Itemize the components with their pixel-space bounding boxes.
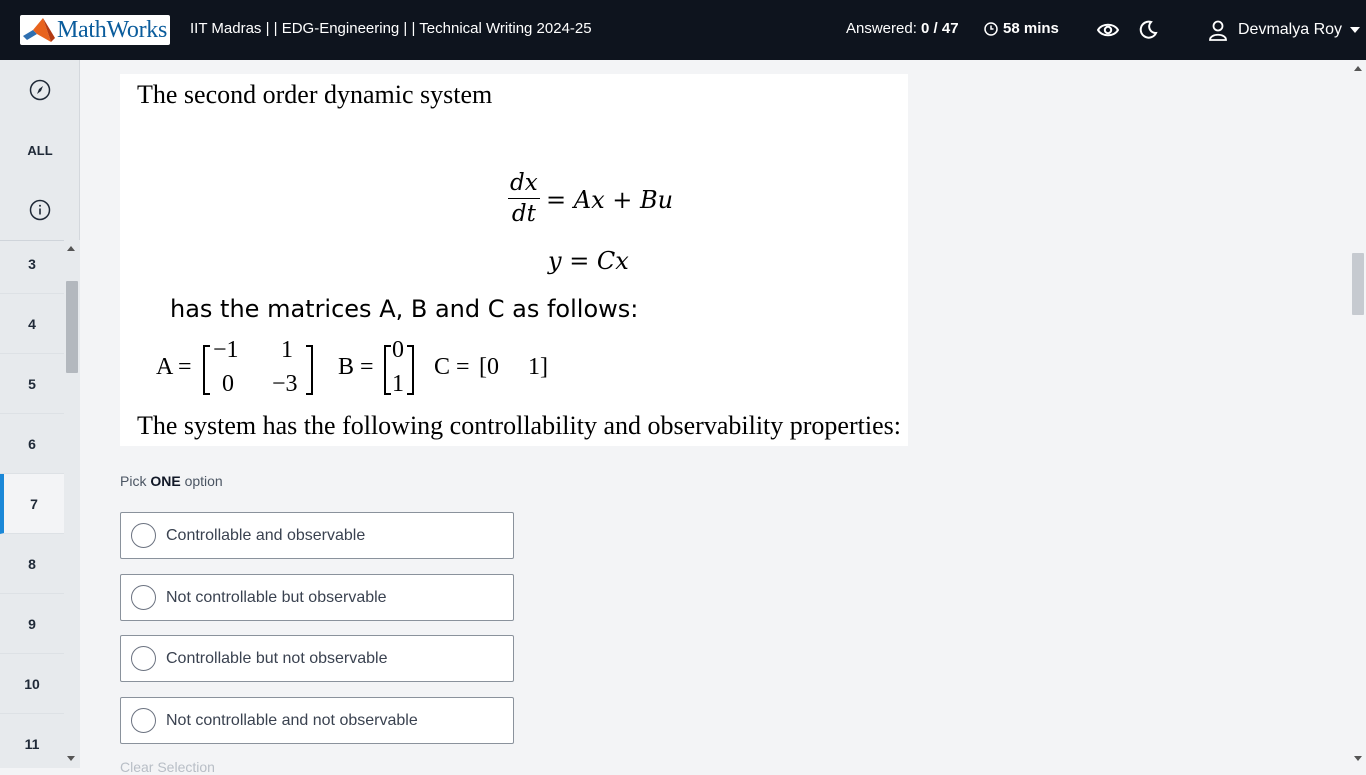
output-equation: y = Cx [548,247,629,275]
option-label: Controllable but not observable [166,649,388,667]
mathworks-logo[interactable]: MathWorks [20,15,170,45]
matrix-a-cell: −1 [213,337,239,363]
all-questions-button[interactable]: ALL [0,120,80,180]
matrix-c-cell: [0 [479,354,499,380]
radio-button[interactable] [131,708,156,733]
moon-icon[interactable] [1138,20,1158,40]
matrix-b-label: B = [338,354,374,380]
radio-button[interactable] [131,646,156,671]
scroll-up-icon[interactable] [67,246,75,251]
pick-bold: ONE [150,473,181,489]
answered-count: Answered: 0 / 47 [846,20,959,37]
pick-suffix: option [184,473,223,489]
timer: 58 mins [984,20,1059,37]
answer-option[interactable]: Controllable but not observable [120,635,514,682]
question-content: The second order dynamic system dx dt = … [120,74,908,446]
scroll-down-icon[interactable] [67,756,75,761]
caret-down-icon[interactable] [1350,27,1360,33]
question-item[interactable]: 3 [0,241,64,294]
matrix-a-cell: −3 [272,371,298,397]
time-left: 58 mins [1003,20,1059,37]
info-icon [29,199,51,221]
radio-button[interactable] [131,585,156,610]
matrices: A = −1 1 0 −3 B = 0 1 C = [0 1] [156,337,576,400]
pick-prefix: Pick [120,473,147,489]
matrix-a-bracket-right [306,345,313,395]
matrix-c-label: C = [434,354,470,380]
question-item[interactable]: 11 [0,714,64,768]
matrix-a-cell: 0 [222,371,234,397]
question-sidebar: ALL 3 4 5 6 7 8 9 10 11 [0,60,80,768]
page-scroll-thumb[interactable] [1352,253,1364,315]
logo-text: MathWorks [57,16,168,43]
question-item[interactable]: 4 [0,294,64,354]
question-item[interactable]: 9 [0,594,64,654]
scroll-up-icon[interactable] [1354,66,1362,71]
compass-icon [29,79,51,101]
option-label: Not controllable and not observable [166,711,418,729]
page-scrollbar[interactable] [1350,60,1366,768]
matrix-a-bracket-left [203,345,210,395]
scroll-down-icon[interactable] [1354,756,1362,761]
course-title: IIT Madras | | EDG-Engineering | | Techn… [190,20,592,37]
matrix-c-cell: 1] [528,354,548,380]
info-button[interactable] [0,180,80,240]
answered-label: Answered: [846,20,917,37]
question-item[interactable]: 10 [0,654,64,714]
question-outro: The system has the following controllabi… [137,411,901,440]
sidebar-scroll-thumb[interactable] [66,281,78,373]
top-bar: MathWorks IIT Madras | | EDG-Engineering… [0,0,1366,60]
compass-button[interactable] [0,60,80,120]
question-list: 3 4 5 6 7 8 9 10 11 [0,240,64,768]
question-item[interactable]: 6 [0,414,64,474]
state-equation-rhs: = Ax + Bu [546,186,674,214]
matrices-intro: has the matrices A, B and C as follows: [170,295,639,323]
matrix-b-cell: 0 [392,337,404,363]
matrix-a-cell: 1 [281,337,293,363]
sidebar-controls: ALL [0,60,80,240]
answered-value: 0 / 47 [921,20,959,37]
question-intro: The second order dynamic system [137,80,493,109]
all-label: ALL [27,142,53,158]
answer-option[interactable]: Controllable and observable [120,512,514,559]
fraction-numerator: dx [508,170,540,199]
option-label: Controllable and observable [166,526,366,544]
question-item-active[interactable]: 7 [0,474,64,534]
question-item[interactable]: 5 [0,354,64,414]
derivative-fraction: dx dt [508,170,540,227]
option-label: Not controllable but observable [166,588,387,606]
matrix-b-bracket-right [407,345,414,395]
clear-selection-link[interactable]: Clear Selection [120,759,215,775]
eye-icon[interactable] [1097,20,1119,40]
matrix-b-bracket-left [384,345,391,395]
answer-option[interactable]: Not controllable but observable [120,574,514,621]
answer-option[interactable]: Not controllable and not observable [120,697,514,744]
matrix-a-label: A = [156,354,192,380]
user-icon [1209,20,1227,41]
fraction-denominator: dt [511,201,536,227]
question-item[interactable]: 8 [0,534,64,594]
pick-instruction: Pick ONE option [120,473,223,489]
clock-icon [984,21,998,36]
radio-button[interactable] [131,523,156,548]
matrix-b-cell: 1 [392,371,404,397]
user-name: Devmalya Roy [1238,21,1343,38]
user-menu[interactable]: Devmalya Roy [1208,19,1342,41]
membrane-icon [23,18,55,42]
